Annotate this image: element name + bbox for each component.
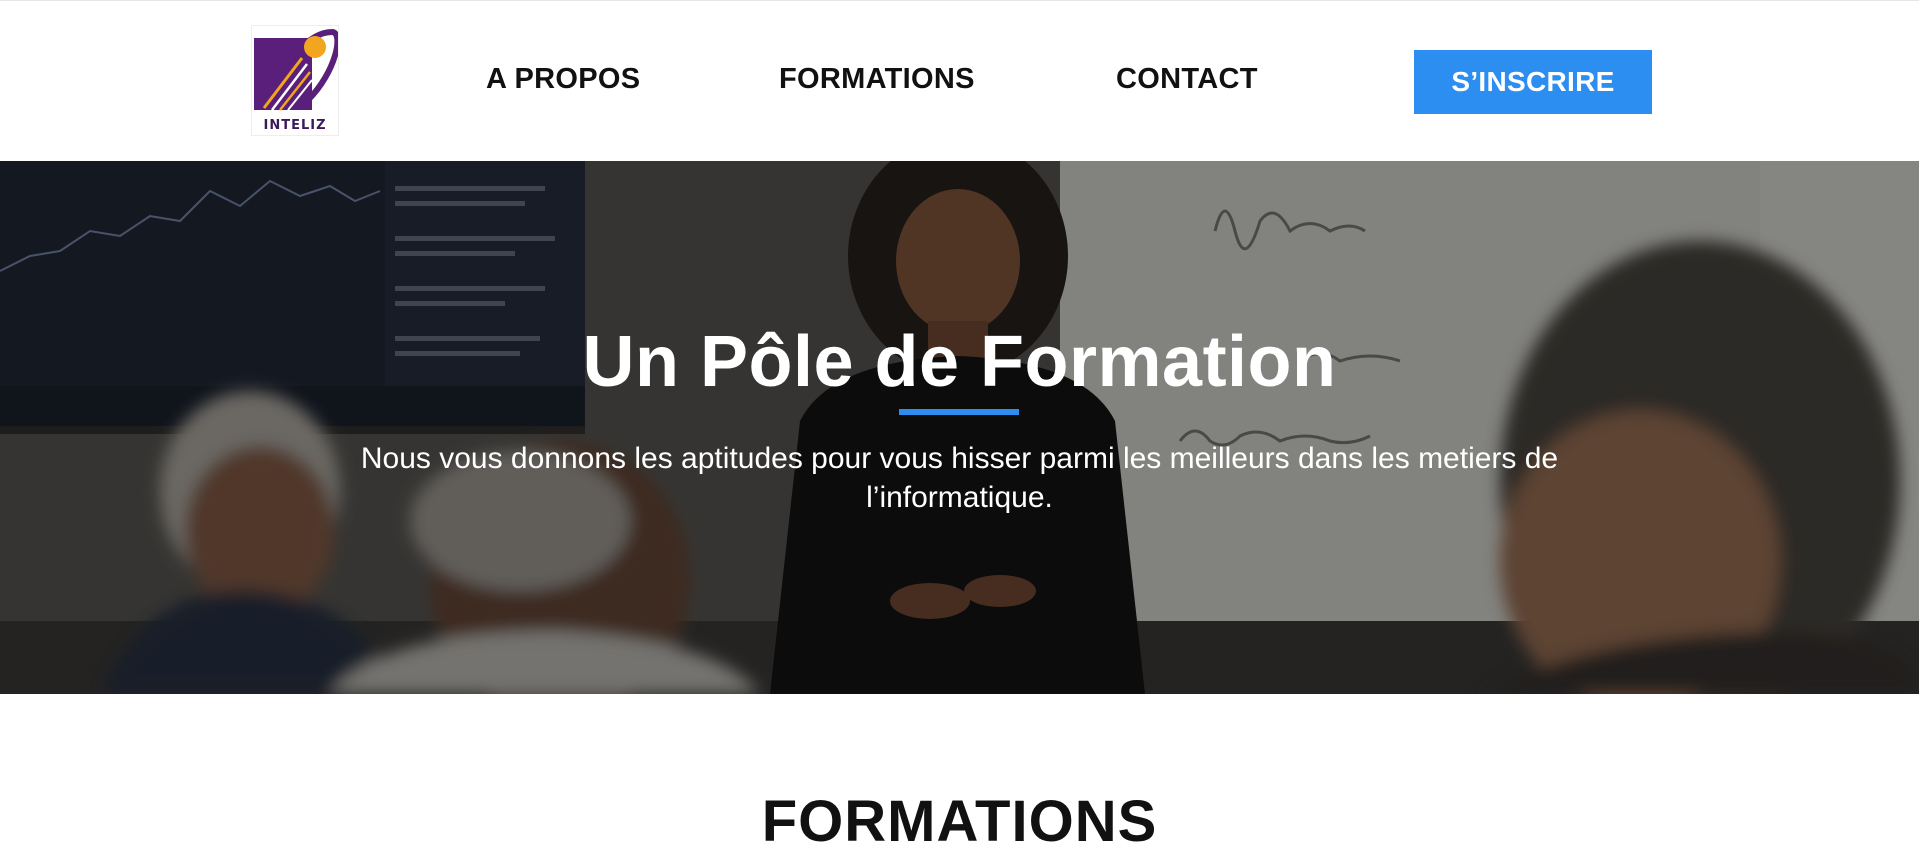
hero-title: Un Pôle de Formation — [582, 322, 1337, 402]
site-header: INTELIZ A PROPOS FORMATIONS CONTACT S’IN… — [0, 0, 1919, 161]
hero-banner: Un Pôle de Formation Nous vous donnons l… — [0, 161, 1919, 694]
inteliz-logo[interactable]: INTELIZ — [251, 25, 339, 136]
hero-title-underline — [899, 409, 1019, 415]
nav-link-contact[interactable]: CONTACT — [1116, 63, 1258, 96]
nav-link-a-propos[interactable]: A PROPOS — [486, 63, 640, 96]
hero-subtitle: Nous vous donnons les aptitudes pour vou… — [360, 442, 1559, 514]
logo-wordmark: INTELIZ — [263, 118, 327, 133]
formations-section-title: FORMATIONS — [761, 789, 1158, 854]
sinscrire-button[interactable]: S’INSCRIRE — [1414, 50, 1652, 114]
nav-link-formations[interactable]: FORMATIONS — [779, 63, 975, 96]
hero-dark-overlay — [0, 161, 1919, 694]
